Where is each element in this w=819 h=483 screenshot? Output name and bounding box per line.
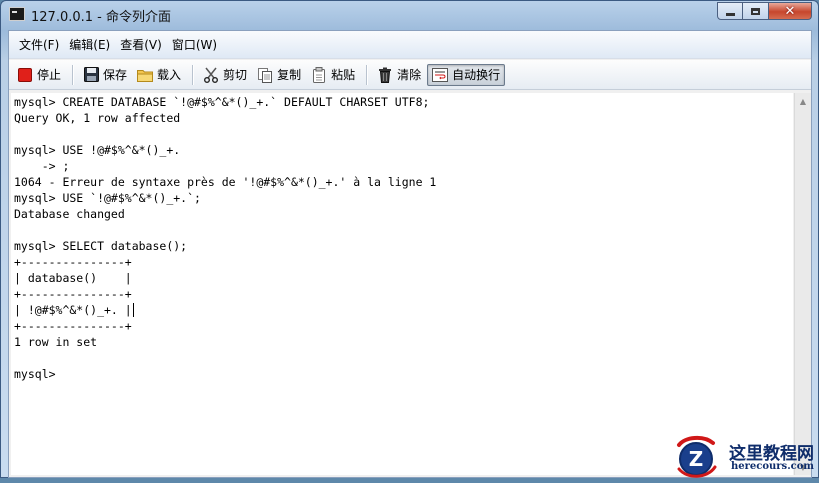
scissors-icon xyxy=(203,67,219,83)
save-label: 保存 xyxy=(103,68,128,82)
paste-label: 粘贴 xyxy=(331,68,356,82)
console-app-icon xyxy=(9,7,25,21)
menu-edit[interactable]: 编辑(E) xyxy=(64,36,115,53)
close-icon: ✕ xyxy=(784,3,796,19)
console-line: | database() | xyxy=(14,271,132,285)
console-line: 1 row in set xyxy=(14,335,98,349)
console-line: +---------------+ xyxy=(14,255,132,269)
clipboard-icon xyxy=(311,66,327,83)
stop-icon xyxy=(17,67,33,83)
console-line: mysql> USE `!@#$%^&*()_+.`; xyxy=(14,191,201,205)
text-caret xyxy=(132,303,134,317)
console-line: 1064 - Erreur de syntaxe près de '!@#$%^… xyxy=(14,175,437,189)
scroll-up-arrow-icon[interactable]: ▲ xyxy=(795,93,811,109)
caption-buttons: ✕ xyxy=(717,2,812,21)
toolbar-separator xyxy=(72,64,75,85)
menu-window[interactable]: 窗口(W) xyxy=(167,36,222,53)
menu-file[interactable]: 文件(F) xyxy=(14,36,64,53)
toolbar-separator xyxy=(366,64,369,85)
watermark-logo-letter: Z xyxy=(689,447,704,471)
minimize-button[interactable] xyxy=(717,2,743,20)
menu-bar: 文件(F) 编辑(E) 查看(V) 窗口(W) xyxy=(9,31,811,59)
copy-label: 复制 xyxy=(277,68,302,82)
folder-icon xyxy=(137,67,154,83)
toolbar-separator xyxy=(192,64,195,85)
toolbar: 停止 保存 载入 剪切 复制 粘贴 清除 自动换行 xyxy=(9,60,811,90)
console-line: +---------------+ xyxy=(14,287,132,301)
console-line: mysql> USE !@#$%^&*()_+. xyxy=(14,143,181,157)
copy-button[interactable]: 复制 xyxy=(253,64,305,86)
save-button[interactable]: 保存 xyxy=(79,64,131,86)
clear-button[interactable]: 清除 xyxy=(373,64,425,86)
cut-button[interactable]: 剪切 xyxy=(199,64,251,86)
console-line: mysql> CREATE DATABASE `!@#$%^&*()_+.` D… xyxy=(14,95,430,109)
watermark-logo-icon: Z xyxy=(673,435,719,479)
copy-icon xyxy=(257,67,273,83)
clear-label: 清除 xyxy=(397,68,422,82)
app-window: 127.0.0.1 - 命令列介面 ✕ 文件(F) 编辑(E) 查看(V) 窗口… xyxy=(0,0,819,478)
window-title: 127.0.0.1 - 命令列介面 xyxy=(31,10,171,25)
console-line-text: | !@#$%^&*()_+. | xyxy=(14,303,132,317)
console-line: Database changed xyxy=(14,207,125,221)
console-prompt-line: mysql> xyxy=(14,367,56,381)
trash-can-icon xyxy=(377,67,393,83)
stop-label: 停止 xyxy=(37,68,62,82)
console-output[interactable]: mysql> CREATE DATABASE `!@#$%^&*()_+.` D… xyxy=(11,93,793,475)
close-button[interactable]: ✕ xyxy=(769,2,812,20)
vertical-scrollbar[interactable]: ▲ ▼ xyxy=(794,93,811,475)
stop-button[interactable]: 停止 xyxy=(13,64,65,86)
paste-button[interactable]: 粘贴 xyxy=(307,64,359,86)
console-line-with-caret: | !@#$%^&*()_+. | xyxy=(14,302,793,318)
word-wrap-icon xyxy=(432,67,449,83)
console-line: +---------------+ xyxy=(14,319,132,333)
load-button[interactable]: 载入 xyxy=(133,64,185,86)
console-line: -> ; xyxy=(14,159,70,173)
floppy-disk-icon xyxy=(83,67,99,83)
client-area: 文件(F) 编辑(E) 查看(V) 窗口(W) 停止 保存 载入 剪切 复制 粘… xyxy=(8,30,812,478)
maximize-icon xyxy=(751,7,760,15)
site-watermark: Z 这里教程网 herecours.com xyxy=(671,435,819,479)
watermark-url: herecours.com xyxy=(731,461,815,472)
word-wrap-toggle[interactable]: 自动换行 xyxy=(427,63,506,86)
cut-label: 剪切 xyxy=(223,68,248,82)
console-line: mysql> SELECT database(); xyxy=(14,239,188,253)
minimize-icon xyxy=(725,12,735,16)
load-label: 载入 xyxy=(157,68,182,82)
menu-view[interactable]: 查看(V) xyxy=(115,36,167,53)
maximize-button[interactable] xyxy=(743,2,769,20)
word-wrap-label: 自动换行 xyxy=(452,68,501,82)
console-line: Query OK, 1 row affected xyxy=(14,111,181,125)
title-bar[interactable]: 127.0.0.1 - 命令列介面 ✕ xyxy=(1,1,818,29)
